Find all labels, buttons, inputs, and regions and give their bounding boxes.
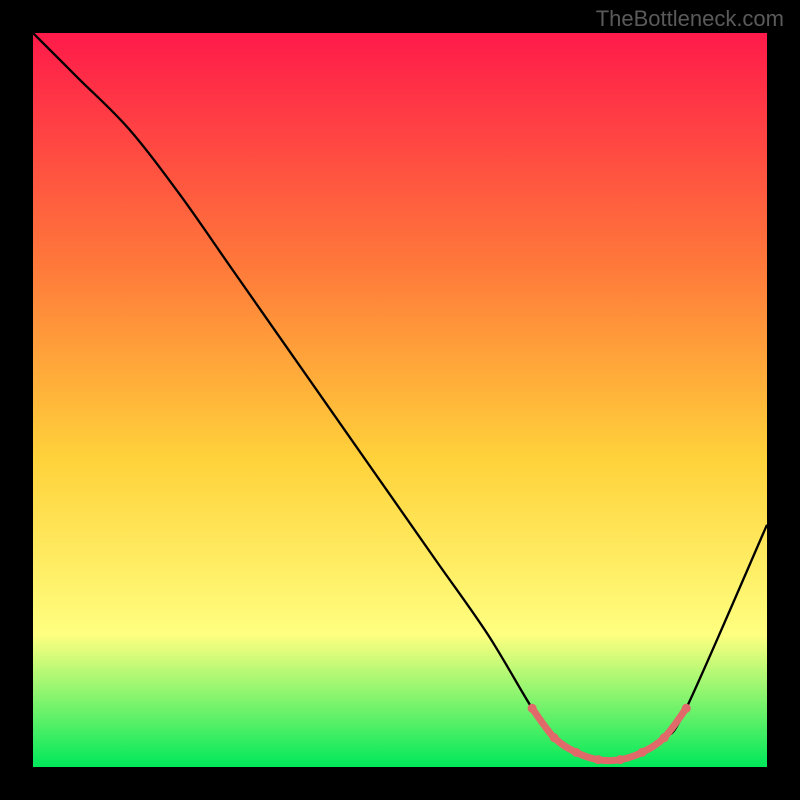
watermark-text: TheBottleneck.com [596, 6, 784, 32]
bottleneck-chart [33, 33, 767, 767]
gradient-background [33, 33, 767, 767]
